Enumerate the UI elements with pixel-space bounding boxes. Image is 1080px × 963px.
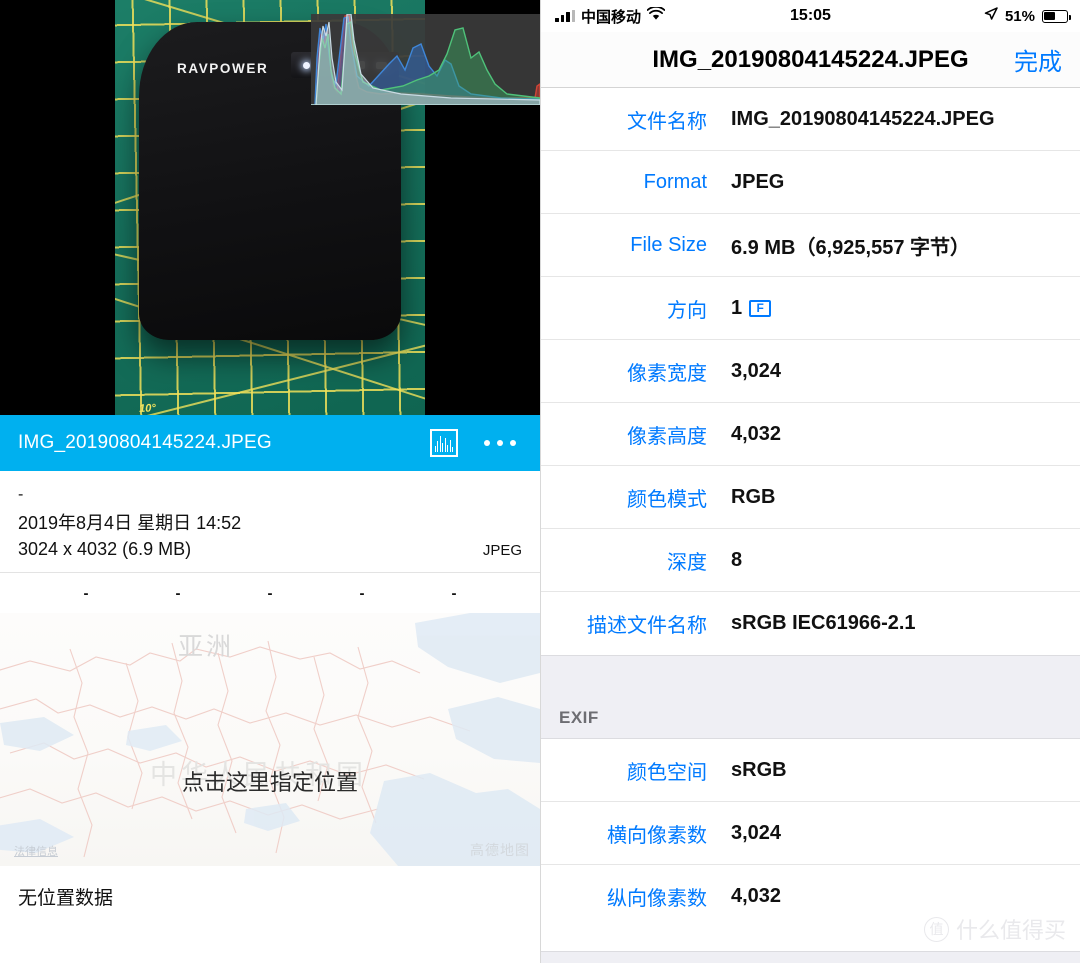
status-bar: 中国移动 15:05 51% [541, 0, 1080, 32]
photo-attribute-dash-row: - - - - - [0, 573, 540, 613]
map-attribution-label: 高德地图 [470, 842, 530, 858]
status-bar-right: 51% [984, 7, 1071, 25]
map-country-borders [0, 613, 540, 866]
row-value: 4,032 [731, 885, 782, 907]
row-label: 文件名称 [627, 110, 707, 133]
map-legal-info-link[interactable]: 法律信息 [14, 843, 58, 859]
row-value: sRGB IEC61966-2.1 [731, 612, 916, 634]
photo-format-label: JPEG [482, 542, 522, 559]
row-value: 3,024 [731, 359, 782, 382]
row-value: RGB [731, 485, 776, 508]
photo-viewer-panel: 10° RAVPOWER IMG_20190804145224.JPEG - 2… [0, 0, 540, 963]
photo-filename-label: IMG_20190804145224.JPEG [18, 432, 272, 453]
row-label: 深度 [667, 551, 707, 574]
dash-placeholder: - [83, 584, 89, 602]
table-row[interactable]: File Size 6.9 MB（6,925,557 字节） [541, 214, 1080, 277]
row-value: sRGB [731, 758, 787, 781]
metadata-table: 文件名称 IMG_20190804145224.JPEG Format JPEG… [541, 88, 1080, 655]
bottom-section-strip [541, 951, 1080, 963]
map-set-location-cta[interactable]: 点击这里指定位置 [0, 765, 540, 797]
row-value-group: 1 F [731, 296, 772, 320]
wifi-icon [646, 5, 666, 25]
photo-date-label: 2019年8月4日 星期日 14:52 [18, 513, 242, 533]
dash-placeholder: - [267, 584, 273, 602]
row-value: 8 [731, 548, 743, 571]
row-label: 方向 [667, 299, 707, 322]
table-row[interactable]: 纵向像素数 4,032 [541, 865, 1080, 928]
row-value: 3,024 [731, 821, 782, 844]
row-label: 纵向像素数 [607, 888, 707, 910]
table-row[interactable]: Format JPEG [541, 151, 1080, 214]
location-arrow-icon [984, 7, 998, 25]
location-map[interactable]: 亚洲 中华人民共和国 点击这里指定位置 法律信息 高德地图 [0, 613, 540, 866]
histogram-icon[interactable] [430, 429, 458, 457]
mat-angle-label: 10° [138, 402, 156, 415]
photo-dimension-row: 3024 x 4032 (6.9 MB) JPEG [18, 539, 522, 560]
table-row[interactable]: 横向像素数 3,024 [541, 802, 1080, 865]
rgb-histogram-overlay[interactable] [311, 14, 540, 105]
device-brand-label: RAVPOWER [177, 61, 269, 76]
table-row[interactable]: 描述文件名称 sRGB IEC61966-2.1 [541, 592, 1080, 655]
battery-percent-label: 51% [1004, 7, 1035, 25]
row-label: 颜色空间 [627, 761, 707, 784]
photo-title-bar: IMG_20190804145224.JPEG [0, 415, 540, 471]
photo-preview-area[interactable]: 10° RAVPOWER [0, 0, 540, 415]
row-label: 像素宽度 [627, 362, 707, 385]
row-value: IMG_20190804145224.JPEG [731, 107, 995, 130]
table-row[interactable]: 方向 1 F [541, 277, 1080, 340]
exif-section-title: EXIF [559, 708, 599, 727]
metadata-panel: 中国移动 15:05 51% IMG_20190804145224.JPEG 完… [540, 0, 1080, 963]
row-value: 4,032 [731, 422, 782, 445]
done-button[interactable]: 完成 [1014, 42, 1062, 77]
no-location-data-label: 无位置数据 [0, 866, 540, 926]
table-row[interactable]: 像素宽度 3,024 [541, 340, 1080, 403]
orientation-icon: F [749, 299, 772, 317]
row-label: 像素高度 [627, 425, 707, 448]
dash-placeholder: - [175, 584, 181, 602]
photo-dimensions-label: 3024 x 4032 (6.9 MB) [18, 539, 192, 559]
app-screen: 10° RAVPOWER IMG_20190804145224.JPEG - 2… [0, 0, 1080, 963]
exif-section-header: EXIF [541, 655, 1080, 739]
row-label: File Size [630, 233, 707, 256]
status-bar-left: 中国移动 [555, 5, 984, 27]
cellular-signal-icon [555, 10, 575, 22]
row-value: JPEG [731, 170, 785, 193]
photo-title-placeholder: - [18, 486, 24, 503]
table-row[interactable]: 像素高度 4,032 [541, 403, 1080, 466]
battery-icon [1042, 9, 1071, 23]
row-label: Format [643, 170, 707, 193]
table-row[interactable]: 文件名称 IMG_20190804145224.JPEG [541, 88, 1080, 151]
led-indicator [303, 61, 311, 69]
table-row[interactable]: 深度 8 [541, 529, 1080, 592]
carrier-label: 中国移动 [581, 8, 642, 26]
map-region-asia-label: 亚洲 [178, 633, 235, 661]
row-label: 描述文件名称 [587, 615, 707, 637]
table-row[interactable]: 颜色空间 sRGB [541, 739, 1080, 802]
row-label: 横向像素数 [607, 824, 707, 847]
dash-placeholder: - [451, 584, 457, 602]
exif-table: 颜色空间 sRGB 横向像素数 3,024 纵向像素数 4,032 [541, 739, 1080, 928]
photo-info-block: - 2019年8月4日 星期日 14:52 3024 x 4032 (6.9 M… [0, 471, 540, 573]
row-value: 1 [731, 296, 743, 319]
more-options-icon[interactable] [484, 440, 516, 446]
table-row[interactable]: 颜色模式 RGB [541, 466, 1080, 529]
row-value: 6.9 MB（6,925,557 字节） [731, 236, 970, 259]
row-label: 颜色模式 [627, 488, 707, 511]
navigation-bar: IMG_20190804145224.JPEG 完成 [541, 32, 1080, 88]
page-title: IMG_20190804145224.JPEG [652, 45, 969, 73]
dash-placeholder: - [359, 584, 365, 602]
